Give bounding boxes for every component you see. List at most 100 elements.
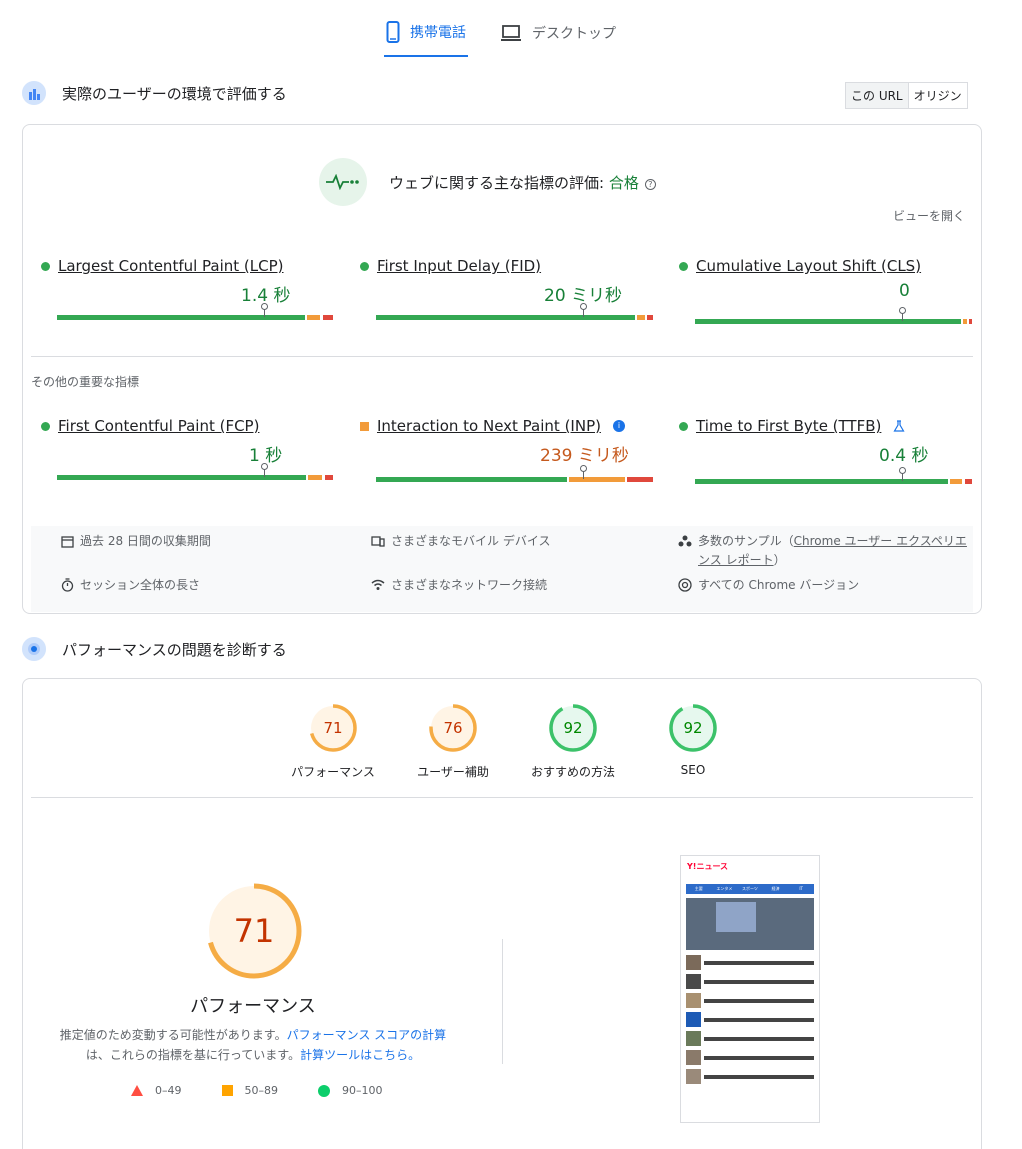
legend-average: 50–89	[221, 1084, 278, 1097]
tab-desktop-label: デスクトップ	[532, 26, 616, 42]
metric-name-link[interactable]: Cumulative Layout Shift (CLS)	[696, 257, 921, 275]
metric-value: 239 ミリ秒	[540, 446, 629, 466]
svg-text:71: 71	[234, 912, 275, 950]
distribution-bar	[376, 303, 654, 320]
help-icon[interactable]: ?	[644, 178, 656, 190]
metric-cls: Cumulative Layout Shift (CLS) 0	[679, 257, 979, 324]
metric-value: 0.4 秒	[879, 446, 929, 466]
screenshot-row	[686, 954, 814, 971]
toggle-origin[interactable]: オリジン	[909, 83, 967, 108]
metric-name-link[interactable]: Largest Contentful Paint (LCP)	[58, 257, 284, 275]
performance-title: パフォーマンス	[190, 996, 316, 1017]
session-length: セッション全体の長さ	[61, 576, 200, 595]
gauge-accessibility[interactable]: 76 ユーザー補助	[393, 703, 513, 780]
field-data-card: ウェブに関する主な指標の評価: 合格? ビューを開く Largest Conte…	[22, 124, 982, 614]
cwv-assessment: ウェブに関する主な指標の評価: 合格?	[319, 158, 656, 206]
distribution-bar	[695, 467, 973, 484]
assessment-result: 合格	[608, 173, 639, 192]
distribution-bar	[376, 465, 654, 482]
screenshot-row	[686, 1011, 814, 1028]
gauge-performance[interactable]: 71 パフォーマンス	[273, 703, 393, 780]
metric-name-link[interactable]: First Input Delay (FID)	[377, 257, 541, 275]
assessment-text: ウェブに関する主な指標の評価: 合格?	[389, 172, 656, 193]
expand-view-link[interactable]: ビューを開く	[893, 207, 965, 224]
score-ring: 76	[429, 704, 477, 752]
screenshot-row	[686, 1049, 814, 1066]
device-tabs: 携帯電話 デスクトップ	[384, 18, 618, 57]
performance-main-gauge: 71	[206, 883, 302, 983]
good-status-icon	[679, 421, 688, 431]
square-icon	[221, 1085, 233, 1096]
device-types: さまざまなモバイル デバイス	[371, 532, 550, 551]
p75-marker	[261, 303, 268, 317]
target-icon	[22, 637, 46, 661]
score-ring: 71	[206, 883, 302, 979]
gauge-label: ユーザー補助	[417, 765, 489, 779]
score-ring: 92	[669, 704, 717, 752]
screenshot-row	[686, 1068, 814, 1085]
pulse-icon	[319, 158, 367, 206]
good-status-icon	[41, 421, 50, 431]
svg-text:92: 92	[563, 719, 582, 737]
gauge-label: おすすめの方法	[530, 765, 615, 779]
screenshot-header: Y!ニュース	[681, 856, 819, 876]
other-metrics-label: その他の重要な指標	[31, 375, 140, 389]
gauge-label: SEO	[680, 763, 706, 777]
circle-icon	[318, 1084, 330, 1097]
metric-lcp: Largest Contentful Paint (LCP) 1.4 秒	[41, 257, 341, 320]
chrome-icon	[678, 578, 692, 592]
flask-icon	[893, 420, 905, 432]
info-icon[interactable]: i	[612, 420, 625, 432]
tab-desktop[interactable]: デスクトップ	[498, 18, 618, 57]
triangle-icon	[131, 1085, 143, 1096]
score-calc-link[interactable]: パフォーマンス スコアの計算	[287, 1028, 447, 1042]
svg-text:71: 71	[323, 719, 342, 737]
network-types: さまざまなネットワーク接続	[371, 576, 547, 595]
toggle-url[interactable]: この URL	[846, 83, 909, 108]
screenshot-hero-image	[686, 898, 814, 950]
metric-value: 0	[899, 281, 910, 301]
metric-name-link[interactable]: Interaction to Next Paint (INP)	[377, 417, 601, 435]
good-status-icon	[679, 261, 688, 271]
good-status-icon	[360, 261, 369, 271]
screenshot-row	[686, 992, 814, 1009]
assessment-prefix: ウェブに関する主な指標の評価:	[389, 173, 609, 192]
laptop-icon	[501, 25, 521, 41]
lab-data-title: パフォーマンスの問題を診断する	[62, 640, 287, 659]
gauge-label: パフォーマンス	[291, 765, 375, 779]
field-data-title: 実際のユーザーの環境で評価する	[62, 84, 287, 103]
good-status-icon	[41, 261, 50, 271]
lab-data-card: 71 パフォーマンス 76 ユーザー補助 92 おすすめの方法 92 SEO 7…	[22, 678, 982, 1149]
gauge-seo[interactable]: 92 SEO	[633, 703, 753, 780]
svg-text:92: 92	[683, 719, 702, 737]
tab-mobile[interactable]: 携帯電話	[384, 18, 468, 57]
distribution-bar	[57, 463, 335, 480]
calendar-icon	[61, 536, 74, 548]
wifi-icon	[371, 579, 385, 590]
score-ring: 92	[549, 704, 597, 752]
gauge-best-practices[interactable]: 92 おすすめの方法	[513, 703, 633, 780]
collection-period: 過去 28 日間の収集期間	[61, 532, 211, 551]
field-data-header: 実際のユーザーの環境で評価する	[22, 81, 287, 105]
stopwatch-icon	[61, 578, 74, 592]
p75-marker	[580, 465, 587, 479]
tab-mobile-label: 携帯電話	[410, 25, 466, 41]
url-origin-toggle: この URL オリジン	[845, 82, 968, 109]
metric-fid: First Input Delay (FID) 20 ミリ秒	[360, 257, 660, 320]
metric-name-link[interactable]: Time to First Byte (TTFB)	[696, 417, 881, 435]
distribution-bar	[695, 307, 973, 324]
p75-marker	[899, 307, 906, 321]
vertical-divider	[502, 939, 503, 1064]
screenshot-row	[686, 1030, 814, 1047]
metric-fcp: First Contentful Paint (FCP) 1 秒	[41, 417, 341, 480]
devices-icon	[371, 536, 385, 547]
calculator-link[interactable]: 計算ツールはこちら。	[300, 1048, 420, 1062]
p75-marker	[899, 467, 906, 481]
legend-good: 90–100	[318, 1084, 383, 1097]
divider	[31, 797, 973, 798]
metric-name-link[interactable]: First Contentful Paint (FCP)	[58, 417, 259, 435]
screenshot-nav: 主要 エンタメ スポーツ 経済 IT	[686, 884, 814, 894]
category-gauges: 71 パフォーマンス 76 ユーザー補助 92 おすすめの方法 92 SEO	[273, 703, 753, 780]
score-note: 推定値のため変動する可能性があります。パフォーマンス スコアの計算 は、これらの指…	[59, 1028, 447, 1062]
collection-info: 過去 28 日間の収集期間 さまざまなモバイル デバイス 多数のサンプル（Chr…	[31, 526, 973, 612]
